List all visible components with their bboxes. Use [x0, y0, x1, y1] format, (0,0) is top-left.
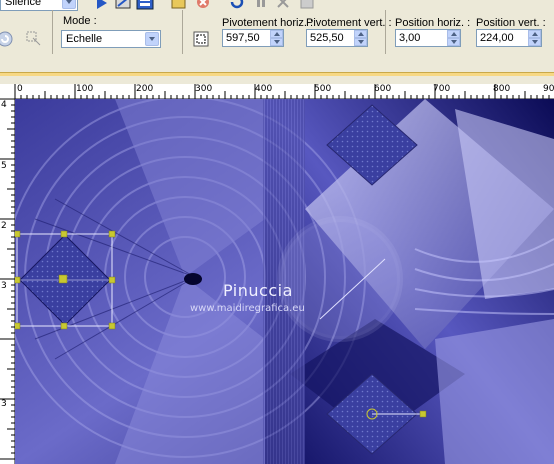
mode-label: Mode : [63, 15, 97, 27]
ruler-label: 3 [1, 399, 7, 409]
spin-down-icon[interactable] [270, 38, 283, 46]
ruler-label: 700 [433, 84, 451, 94]
horizontal-ruler: 0 100 200 300 400 500 600 700 800 900 [0, 84, 554, 99]
pivot-horiz-value: 597,50 [226, 32, 260, 44]
spin-down-icon[interactable] [354, 38, 367, 46]
pivot-horiz-stepper[interactable] [270, 30, 283, 46]
pivot-vert-input[interactable]: 525,50 [306, 29, 368, 47]
pivot-vert-stepper[interactable] [354, 30, 367, 46]
workspace-gap [0, 76, 554, 84]
position-vert-value: 224,00 [480, 32, 514, 44]
chevron-down-icon[interactable] [62, 0, 76, 9]
spin-up-icon[interactable] [270, 30, 283, 38]
position-horiz-stepper[interactable] [447, 30, 460, 46]
position-vert-stepper[interactable] [528, 30, 541, 46]
pivot-point-icon[interactable] [192, 30, 210, 48]
spin-up-icon[interactable] [447, 30, 460, 38]
spin-down-icon[interactable] [528, 38, 541, 46]
ruler-label: 600 [374, 84, 392, 94]
pivot-horiz-input[interactable]: 597,50 [222, 29, 284, 47]
mode-select-value: Echelle [66, 33, 103, 45]
edit-path-icon[interactable] [114, 0, 132, 12]
position-horiz-input[interactable]: 3,00 [395, 29, 461, 47]
ruler-label: 400 [255, 84, 273, 94]
spin-down-icon[interactable] [447, 38, 460, 46]
pivot-vert-label: Pivotement vert. : [306, 17, 392, 29]
pause-icon[interactable] [252, 0, 270, 12]
layers-icon[interactable] [298, 0, 316, 12]
toolbar-separator [52, 10, 53, 54]
ruler-label: 2 [1, 221, 7, 231]
reset-icon[interactable] [228, 0, 246, 12]
position-vert-label: Position vert. : [476, 17, 546, 29]
toolbar-separator [385, 10, 386, 54]
play-icon[interactable] [92, 0, 110, 12]
watermark-title: Pinuccia [223, 281, 293, 300]
ruler-label: 800 [493, 84, 511, 94]
ruler-label: 100 [76, 84, 94, 94]
ruler-label: 200 [136, 84, 154, 94]
ruler-label: 4 [1, 100, 7, 110]
position-vert-input[interactable]: 224,00 [476, 29, 542, 47]
spin-up-icon[interactable] [528, 30, 541, 38]
preset-combo-value: Silence [5, 0, 42, 8]
ruler-label: 300 [195, 84, 213, 94]
spin-up-icon[interactable] [354, 30, 367, 38]
close-icon[interactable] [274, 0, 292, 12]
refresh-icon[interactable] [0, 30, 14, 48]
cancel-icon[interactable] [194, 0, 212, 12]
ruler-label: 0 [17, 84, 23, 94]
pivot-horiz-label: Pivotement horiz. : [222, 17, 314, 29]
transform-icon[interactable] [24, 29, 42, 47]
toolbar-separator [182, 10, 183, 54]
ruler-label: 900 [543, 84, 554, 94]
chevron-down-icon[interactable] [145, 32, 159, 46]
ruler-label: 500 [314, 84, 332, 94]
ruler-label: 5 [1, 161, 7, 171]
mode-select[interactable]: Echelle [61, 30, 161, 48]
pivot-vert-value: 525,50 [310, 32, 344, 44]
image-canvas[interactable]: Pinuccia www.maidiregrafica.eu [15, 99, 554, 464]
folder-icon[interactable] [170, 0, 188, 12]
vertical-ruler: 4 5 2 3 3 [0, 99, 15, 464]
position-horiz-label: Position horiz. : [395, 17, 471, 29]
preset-combo[interactable]: Silence [0, 0, 78, 11]
tool-options-toolbar: Silence Mode : Echelle Pivotement horiz.… [0, 0, 554, 72]
ruler-label: 3 [1, 281, 7, 291]
position-horiz-value: 3,00 [399, 32, 421, 44]
save-preset-icon[interactable] [136, 0, 154, 12]
watermark-url: www.maidiregrafica.eu [190, 303, 305, 314]
